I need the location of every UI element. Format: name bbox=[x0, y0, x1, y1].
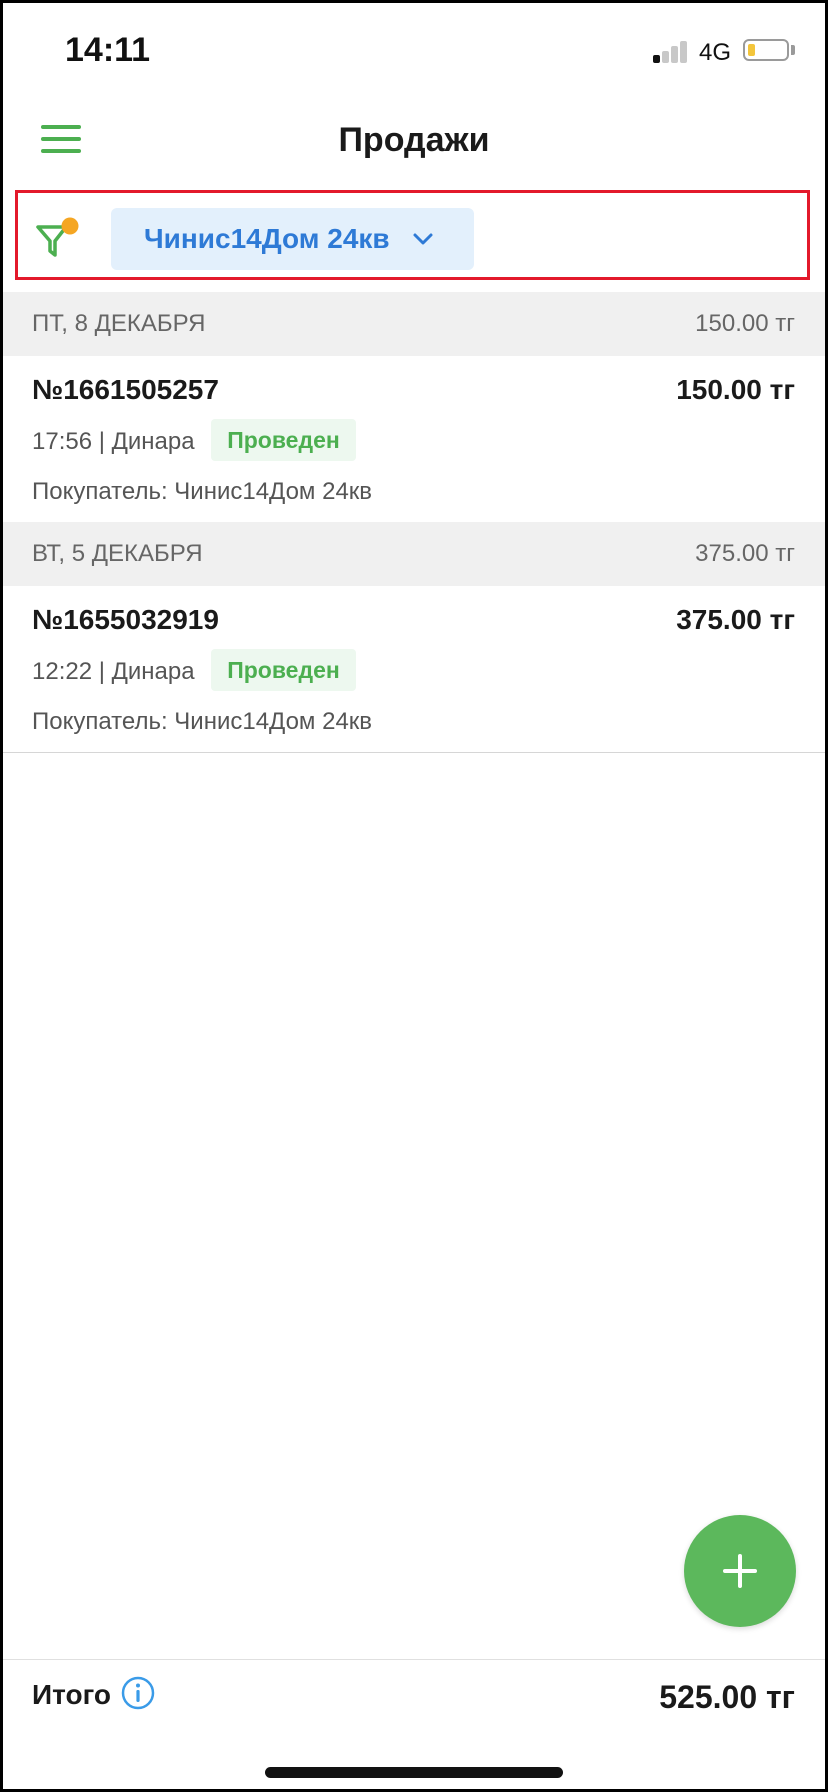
sale-buyer: Покупатель: Чинис14Дом 24кв bbox=[32, 478, 373, 505]
sales-screen: 14:11 4G Продажи Чинис14Дом 24кв ПТ, 8 Д… bbox=[3, 3, 825, 1789]
battery-tip bbox=[791, 45, 795, 55]
list-divider bbox=[3, 752, 825, 753]
day-total: 150.00 тг bbox=[695, 310, 795, 337]
home-indicator bbox=[265, 1767, 563, 1778]
sale-amount: 375.00 тг bbox=[676, 604, 795, 635]
filter-funnel-icon[interactable] bbox=[33, 217, 83, 263]
day-date-label: ПТ, 8 ДЕКАБРЯ bbox=[32, 310, 206, 337]
battery-level-fill bbox=[748, 44, 755, 56]
sale-time-seller: 17:56 | Динара bbox=[32, 428, 195, 455]
sale-row[interactable]: №1661505257 150.00 тг 17:56 | Динара Про… bbox=[3, 356, 825, 521]
day-header: ВТ, 5 ДЕКАБРЯ 375.00 тг bbox=[3, 522, 825, 586]
day-total: 375.00 тг bbox=[695, 540, 795, 567]
sale-buyer: Покупатель: Чинис14Дом 24кв bbox=[32, 708, 373, 735]
sale-time-seller: 12:22 | Динара bbox=[32, 658, 195, 685]
page-title: Продажи bbox=[338, 121, 490, 159]
total-label: Итого bbox=[32, 1679, 111, 1710]
buyer-filter-label: Чинис14Дом 24кв bbox=[144, 223, 390, 254]
buyer-filter-chip[interactable]: Чинис14Дом 24кв bbox=[111, 208, 474, 270]
status-badge: Проведен bbox=[211, 649, 356, 691]
cellular-signal-icon bbox=[653, 39, 689, 63]
day-date-label: ВТ, 5 ДЕКАБРЯ bbox=[32, 540, 203, 567]
plus-icon-vertical bbox=[738, 1554, 742, 1588]
sale-amount: 150.00 тг bbox=[676, 374, 795, 405]
footer-divider bbox=[3, 1659, 825, 1660]
sale-number: №1661505257 bbox=[32, 374, 219, 405]
add-sale-button[interactable] bbox=[684, 1515, 796, 1627]
total-value: 525.00 тг bbox=[659, 1679, 795, 1715]
sale-number: №1655032919 bbox=[32, 604, 219, 635]
day-header: ПТ, 8 ДЕКАБРЯ 150.00 тг bbox=[3, 292, 825, 356]
status-time: 14:11 bbox=[65, 31, 151, 69]
sale-row[interactable]: №1655032919 375.00 тг 12:22 | Динара Про… bbox=[3, 586, 825, 751]
battery-icon bbox=[743, 39, 789, 61]
status-badge: Проведен bbox=[211, 419, 356, 461]
network-type: 4G bbox=[699, 39, 732, 66]
info-icon[interactable] bbox=[120, 1675, 156, 1711]
filter-active-dot bbox=[61, 217, 79, 235]
chevron-down-icon bbox=[413, 233, 433, 245]
